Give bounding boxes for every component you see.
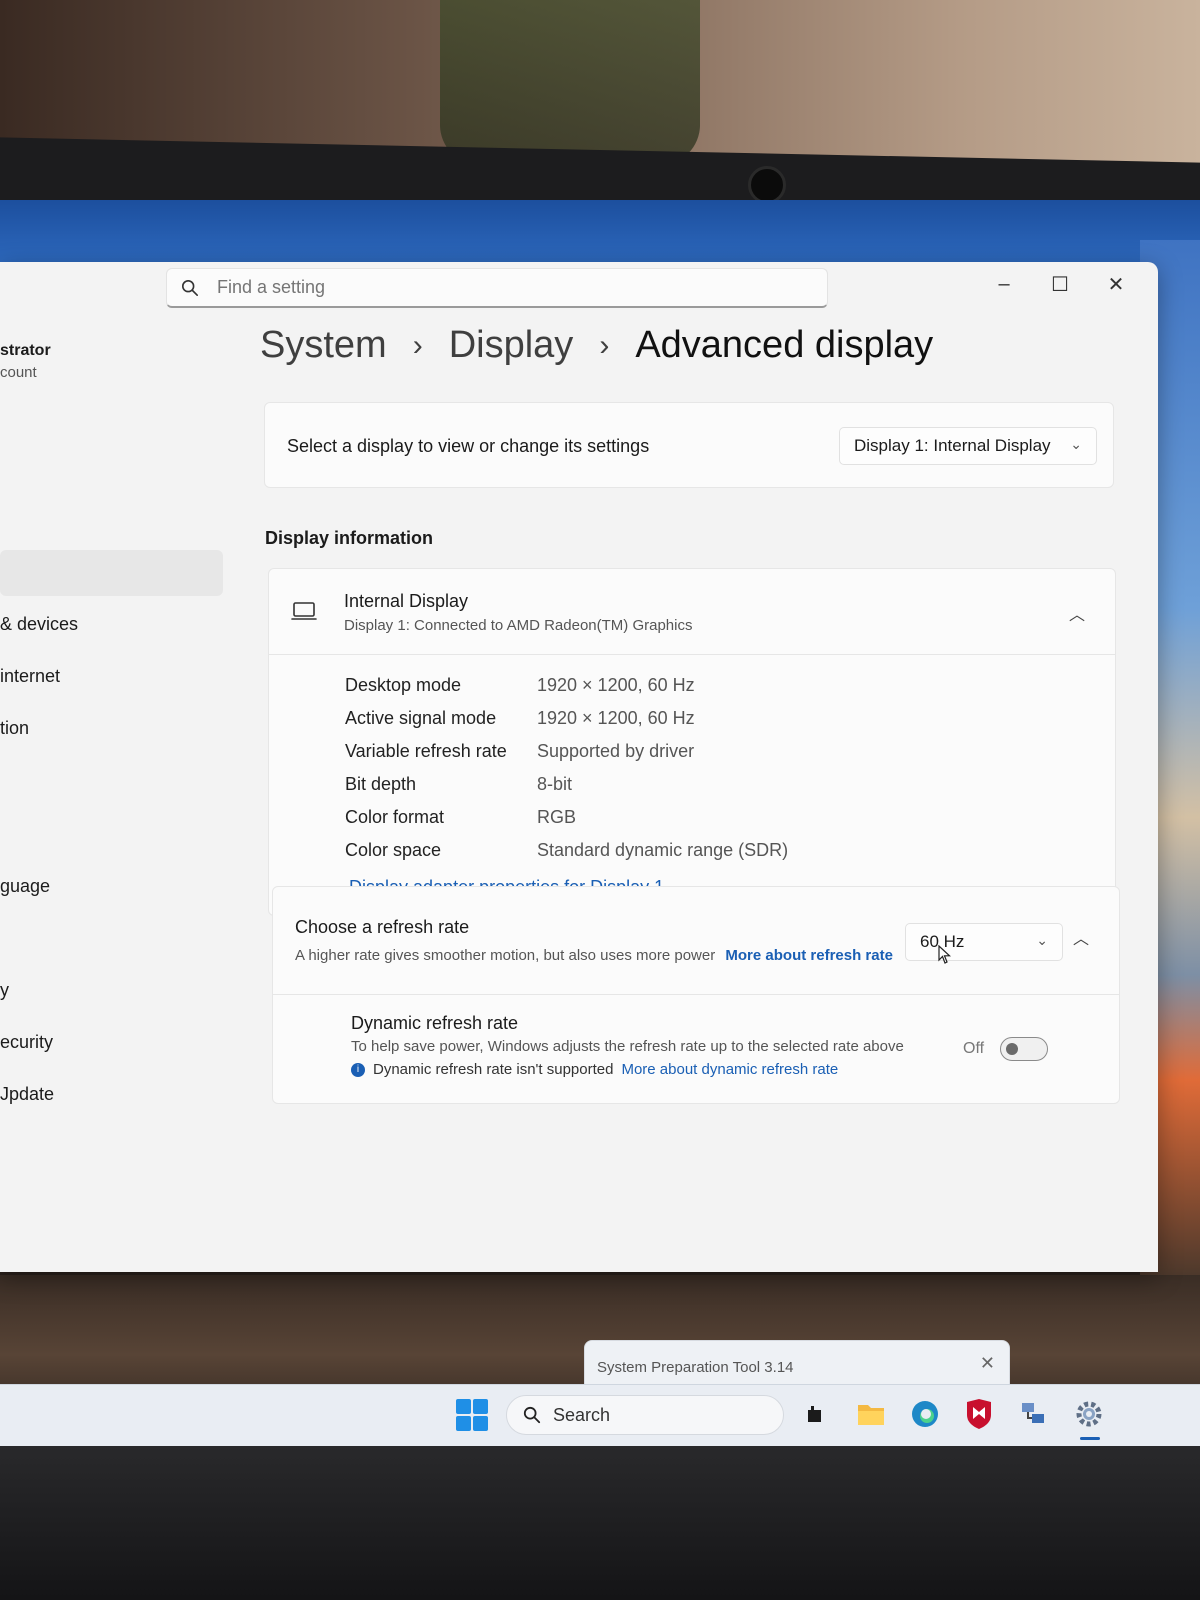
refresh-rate-dropdown[interactable]: 60 Hz ⌄: [905, 923, 1063, 961]
laptop-bottom-bezel: [0, 1440, 1200, 1600]
sidebar-item-time-language[interactable]: guage: [0, 876, 50, 897]
close-icon[interactable]: ✕: [980, 1353, 995, 1374]
select-display-label: Select a display to view or change its s…: [287, 436, 650, 456]
refresh-rate-card: Choose a refresh rate A higher rate give…: [272, 886, 1120, 1104]
user-account-block[interactable]: strator count: [0, 342, 51, 381]
chevron-up-icon[interactable]: ︿: [1069, 601, 1085, 625]
taskbar-search-box[interactable]: Search: [506, 1395, 784, 1435]
more-about-refresh-rate-link[interactable]: More about refresh rate: [725, 947, 893, 964]
display-select-dropdown[interactable]: Display 1: Internal Display ⌄: [839, 427, 1097, 465]
property-label: Variable refresh rate: [345, 741, 507, 761]
dynamic-refresh-title: Dynamic refresh rate: [351, 1013, 519, 1033]
settings-window: – ☐ ✕ strator count & devices internet t…: [0, 262, 1158, 1272]
chevron-down-icon: ⌄: [1070, 436, 1082, 452]
property-label: Desktop mode: [345, 675, 462, 695]
search-icon: [523, 1406, 541, 1424]
display-information-card: Internal Display Display 1: Connected to…: [268, 568, 1116, 916]
display-connection: Display 1: Connected to AMD Radeon(TM) G…: [344, 617, 693, 634]
network-tool-icon[interactable]: [1016, 1397, 1050, 1431]
property-value: 1920 × 1200, 60 Hz: [537, 708, 695, 728]
dynamic-refresh-toggle-group: Off: [963, 1037, 1049, 1061]
user-account-type: count: [0, 364, 37, 381]
property-value: RGB: [537, 807, 577, 827]
taskbar-search-label: Search: [553, 1404, 611, 1425]
breadcrumb-system[interactable]: System: [260, 324, 387, 367]
property-label: Bit depth: [345, 774, 417, 794]
property-row: Variable refresh rate Supported by drive…: [345, 735, 788, 768]
page-title: Advanced display: [635, 324, 934, 366]
dynamic-refresh-note: i Dynamic refresh rate isn't supported M…: [351, 1061, 904, 1078]
info-icon: i: [351, 1062, 365, 1077]
display-name: Internal Display: [344, 591, 469, 611]
breadcrumb-chevron-icon: ›: [412, 328, 423, 362]
mouse-cursor-icon: [938, 945, 952, 964]
property-row: Bit depth 8-bit: [345, 768, 788, 801]
active-app-indicator: [1080, 1437, 1100, 1440]
property-value: 8-bit: [537, 774, 573, 794]
laptop-icon: [291, 602, 317, 620]
sidebar-item-bluetooth-devices[interactable]: & devices: [0, 614, 78, 635]
sidebar: strator count & devices internet tion gu…: [0, 322, 225, 1272]
sidebar-item-windows-update[interactable]: Jpdate: [0, 1084, 54, 1105]
breadcrumb-chevron-icon: ›: [599, 328, 610, 362]
property-value: Supported by driver: [537, 741, 695, 761]
task-view-icon[interactable]: [800, 1397, 834, 1431]
property-label: Color format: [345, 807, 445, 827]
refresh-rate-description-text: A higher rate gives smoother motion, but…: [295, 947, 716, 964]
refresh-rate-header: Choose a refresh rate A higher rate give…: [273, 887, 1119, 995]
webcam: [748, 166, 786, 204]
property-value: Standard dynamic range (SDR): [537, 840, 789, 860]
display-select-value: Display 1: Internal Display: [854, 436, 1051, 455]
dynamic-refresh-description: To help save power, Windows adjusts the …: [351, 1038, 904, 1055]
toggle-knob: [1006, 1043, 1019, 1055]
property-row: Desktop mode 1920 × 1200, 60 Hz: [345, 669, 788, 702]
select-display-card: Select a display to view or change its s…: [264, 402, 1114, 488]
window-controls: – ☐ ✕: [976, 266, 1144, 302]
toggle-state-label: Off: [963, 1040, 985, 1057]
search-input[interactable]: [217, 277, 817, 298]
maximize-button[interactable]: ☐: [1032, 266, 1088, 302]
refresh-rate-description: A higher rate gives smoother motion, but…: [295, 943, 895, 968]
search-icon: [181, 279, 199, 296]
taskbar: Search: [0, 1384, 1200, 1446]
property-label: Color space: [345, 840, 442, 860]
background-plant: [440, 0, 700, 165]
display-properties-list: Desktop mode 1920 × 1200, 60 Hz Active s…: [345, 669, 788, 867]
refresh-rate-title: Choose a refresh rate: [295, 917, 470, 937]
sidebar-item-personalization[interactable]: tion: [0, 718, 29, 739]
sidebar-item-privacy-security[interactable]: ecurity: [0, 1032, 53, 1053]
settings-gear-icon[interactable]: [1072, 1397, 1106, 1431]
breadcrumb: System › Display › Advanced display: [260, 324, 933, 367]
dynamic-refresh-toggle[interactable]: [1000, 1037, 1049, 1061]
property-label: Active signal mode: [345, 708, 497, 728]
minimize-button[interactable]: –: [976, 266, 1032, 302]
dynamic-refresh-note-text: Dynamic refresh rate isn't supported: [373, 1061, 614, 1078]
user-name: strator: [0, 342, 51, 359]
chevron-up-icon[interactable]: ︿: [1073, 925, 1089, 949]
desktop-wallpaper-top: [0, 200, 1200, 270]
display-information-heading: Display information: [265, 528, 434, 548]
property-value: 1920 × 1200, 60 Hz: [537, 675, 695, 695]
sidebar-item-network-internet[interactable]: internet: [0, 666, 60, 687]
edge-browser-icon[interactable]: [908, 1397, 942, 1431]
taskbar-preview-toast[interactable]: System Preparation Tool 3.14 ✕: [584, 1340, 1010, 1388]
property-row: Color format RGB: [345, 801, 788, 834]
mcafee-icon[interactable]: [962, 1397, 996, 1431]
property-row: Color space Standard dynamic range (SDR): [345, 834, 788, 867]
more-about-dynamic-refresh-link[interactable]: More about dynamic refresh rate: [621, 1061, 838, 1078]
dynamic-refresh-rate-block: Dynamic refresh rate To help save power,…: [351, 1013, 904, 1078]
settings-search-box[interactable]: [166, 268, 828, 308]
property-row: Active signal mode 1920 × 1200, 60 Hz: [345, 702, 788, 735]
display-information-header[interactable]: Internal Display Display 1: Connected to…: [269, 569, 1115, 655]
sidebar-item-system-selected[interactable]: [0, 550, 223, 596]
file-explorer-icon[interactable]: [854, 1397, 888, 1431]
breadcrumb-display[interactable]: Display: [449, 324, 574, 367]
start-button-windows-icon[interactable]: [456, 1399, 488, 1431]
sidebar-item-accessibility[interactable]: y: [0, 980, 9, 1001]
close-button[interactable]: ✕: [1088, 266, 1144, 302]
toast-title: System Preparation Tool 3.14: [597, 1359, 794, 1376]
chevron-down-icon: ⌄: [1036, 932, 1048, 948]
